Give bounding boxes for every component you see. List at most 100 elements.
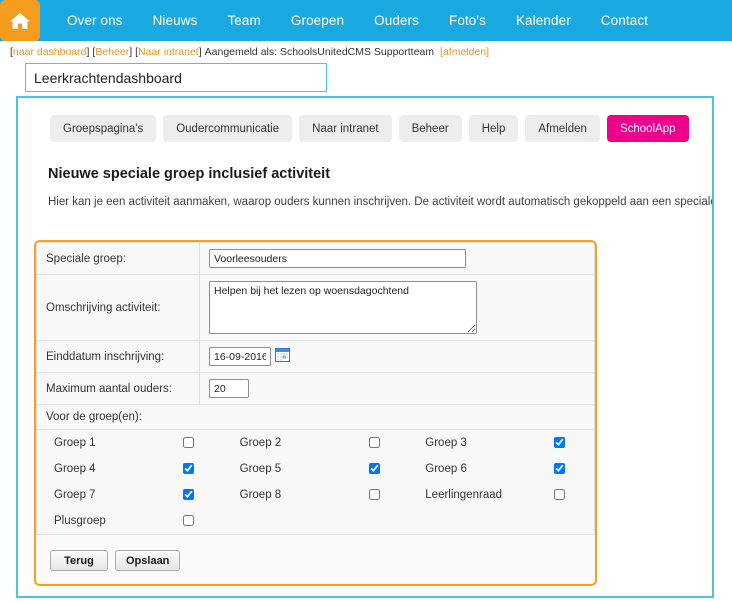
tab-schoolapp[interactable]: SchoolApp (606, 115, 689, 142)
nav-item-groepen[interactable]: Groepen (276, 13, 359, 28)
nav-items: Over ons Nieuws Team Groepen Ouders Foto… (52, 13, 663, 28)
row-voor-de-groepen: Voor de groep(en): (36, 404, 595, 430)
nav-item-nieuws[interactable]: Nieuws (138, 13, 213, 28)
row-einddatum: Einddatum inschrijving: (36, 340, 595, 373)
page-title: Leerkrachtendashboard (34, 69, 182, 86)
main-content-panel: Groepspagina's Oudercommunicatie Naar in… (16, 96, 714, 598)
save-button[interactable]: Opslaan (115, 550, 181, 571)
label-maximum-aantal-ouders: Maximum aantal ouders: (36, 372, 200, 405)
bracket-close-2: ] (129, 45, 133, 58)
nav-item-kalender[interactable]: Kalender (501, 13, 586, 28)
group-label-6: Groep 6 (425, 463, 467, 475)
group-label-4: Groep 4 (54, 463, 96, 475)
end-date-input[interactable] (209, 347, 271, 366)
group-checkbox-8[interactable] (368, 489, 380, 501)
nav-item-fotos[interactable]: Foto's (434, 13, 501, 28)
group-checkbox-cell-7 (183, 482, 223, 508)
top-navigation-bar: Over ons Nieuws Team Groepen Ouders Foto… (0, 0, 732, 41)
bracket-close-4: ] (486, 45, 490, 58)
group-checkbox-1[interactable] (183, 437, 195, 449)
tab-afmelden[interactable]: Afmelden (525, 115, 600, 142)
special-group-input[interactable] (209, 249, 466, 268)
group-checkbox-7[interactable] (183, 489, 195, 501)
field-maximum-aantal-ouders (199, 372, 595, 405)
group-checkbox-cell-1 (183, 430, 223, 456)
field-omschrijving-activiteit (199, 274, 595, 341)
group-label-empty-a (223, 508, 369, 534)
groups-row: Plusgroep (37, 508, 594, 534)
activity-form-box: Speciale groep: Omschrijving activiteit:… (34, 240, 597, 586)
nav-item-team[interactable]: Team (212, 13, 275, 28)
group-checkbox-cell-2 (368, 430, 409, 456)
field-speciale-groep (199, 242, 595, 275)
groups-row: Groep 7 Groep 8 Leerlingenraad (37, 482, 594, 508)
group-label-7: Groep 7 (54, 489, 96, 501)
groups-grid-cell: Groep 1 Groep 2 Groep 3 Groep 4 Groep 5 (36, 429, 595, 535)
group-label-1: Groep 1 (54, 437, 96, 449)
nav-item-contact[interactable]: Contact (586, 13, 663, 28)
link-afmelden[interactable]: afmelden (443, 46, 486, 58)
nav-item-over-ons[interactable]: Over ons (52, 13, 138, 28)
row-speciale-groep: Speciale groep: (36, 242, 595, 275)
max-parents-input[interactable] (209, 379, 249, 398)
activity-form-table: Speciale groep: Omschrijving activiteit:… (36, 242, 595, 535)
back-button[interactable]: Terug (50, 550, 108, 571)
label-voor-de-groepen: Voor de groep(en): (36, 404, 595, 430)
activity-description-textarea[interactable] (209, 281, 477, 334)
group-checkbox-6[interactable] (554, 463, 566, 475)
link-naar-dashboard[interactable]: naar dashboard (13, 46, 87, 58)
tab-naar-intranet[interactable]: Naar intranet (299, 115, 392, 142)
form-action-buttons: Terug Opslaan (50, 550, 181, 571)
group-checkbox-cell-9 (554, 482, 594, 508)
group-checkbox-cell-6 (554, 456, 594, 482)
row-maximum-ouders: Maximum aantal ouders: (36, 372, 595, 405)
group-checkbox-cell-4 (183, 456, 223, 482)
tab-help[interactable]: Help (468, 115, 519, 142)
field-einddatum-inschrijving (199, 340, 595, 373)
bracket-close-1: ] (86, 45, 90, 58)
group-checkbox-cell-3 (554, 430, 594, 456)
group-checkbox-4[interactable] (183, 463, 195, 475)
group-checkbox-2[interactable] (368, 437, 380, 449)
group-checkbox-10[interactable] (183, 515, 195, 527)
admin-status-bar: [naar dashboard] [Beheer] [Naar intranet… (0, 41, 732, 62)
label-omschrijving-activiteit: Omschrijving activiteit: (36, 274, 200, 341)
row-omschrijving: Omschrijving activiteit: (36, 274, 595, 341)
group-checkbox-cell-10 (183, 508, 223, 534)
nav-item-ouders[interactable]: Ouders (359, 13, 434, 28)
group-label-empty-b (408, 508, 554, 534)
label-speciale-groep: Speciale groep: (36, 242, 200, 275)
group-label-10: Plusgroep (54, 515, 106, 527)
group-checkbox-cell-5 (368, 456, 409, 482)
group-label-8: Groep 8 (239, 489, 282, 501)
group-label-5: Groep 5 (239, 463, 282, 475)
group-checkbox-3[interactable] (554, 437, 566, 449)
group-checkbox-9[interactable] (554, 489, 566, 501)
section-heading: Nieuwe speciale groep inclusief activite… (48, 166, 331, 182)
home-button[interactable] (0, 0, 40, 41)
label-einddatum-inschrijving: Einddatum inschrijving: (36, 340, 200, 373)
tab-oudercommunicatie[interactable]: Oudercommunicatie (163, 115, 293, 142)
page-title-box[interactable]: Leerkrachtendashboard (25, 63, 327, 92)
groups-row: Groep 1 Groep 2 Groep 3 (37, 430, 594, 456)
bracket-close-3: ] (198, 45, 202, 58)
group-checkbox-cell-empty-b (554, 508, 594, 534)
group-label-9: Leerlingenraad (425, 489, 503, 501)
group-checkbox-5[interactable] (368, 463, 380, 475)
group-checkbox-cell-empty-a (369, 508, 409, 534)
tab-groepspaginas[interactable]: Groepspagina's (50, 115, 157, 142)
link-beheer[interactable]: Beheer (95, 46, 129, 58)
row-groups-grid: Groep 1 Groep 2 Groep 3 Groep 4 Groep 5 (36, 429, 595, 535)
calendar-icon[interactable] (275, 348, 290, 365)
group-checkbox-cell-8 (368, 482, 409, 508)
section-description: Hier kan je een activiteit aanmaken, waa… (48, 196, 714, 208)
group-label-3: Groep 3 (425, 437, 467, 449)
link-naar-intranet[interactable]: Naar intranet (138, 46, 199, 58)
groups-checkbox-grid: Groep 1 Groep 2 Groep 3 Groep 4 Groep 5 (37, 430, 594, 534)
group-label-2: Groep 2 (239, 437, 282, 449)
home-icon (9, 11, 31, 31)
dashboard-tab-bar: Groepspagina's Oudercommunicatie Naar in… (50, 115, 689, 142)
groups-row: Groep 4 Groep 5 Groep 6 (37, 456, 594, 482)
tab-beheer[interactable]: Beheer (398, 115, 462, 142)
logged-in-text: Aangemeld als: SchoolsUnitedCMS Supportt… (204, 45, 435, 58)
